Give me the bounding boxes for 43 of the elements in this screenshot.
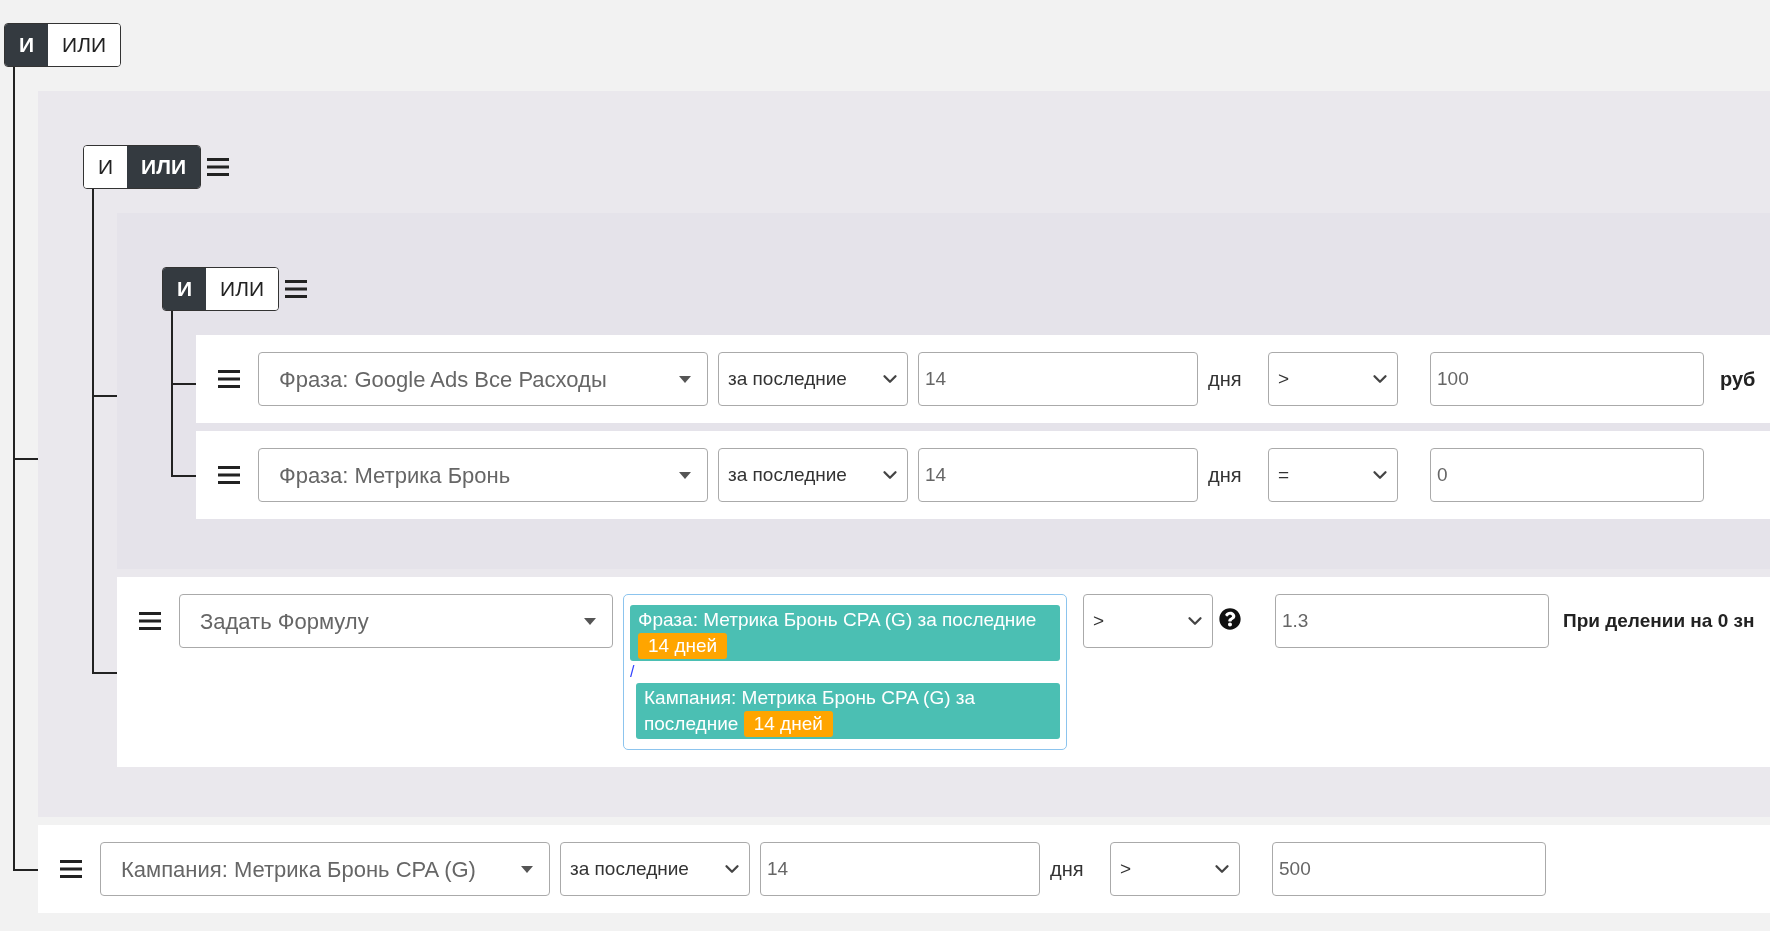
caret-icon [521, 865, 533, 873]
operator-select[interactable]: > [1083, 594, 1213, 648]
value-input[interactable]: 100 [1430, 352, 1704, 406]
logic-toggle[interactable]: И [5, 24, 49, 66]
value-input[interactable]: 0 [1430, 448, 1704, 502]
operator-symbol: / [630, 662, 635, 682]
days-label: дня [1050, 857, 1085, 882]
menu-icon[interactable] [218, 466, 240, 484]
caret-icon [679, 375, 691, 383]
unit-label: руб [1720, 367, 1756, 392]
value-input[interactable]: 1.3 [1275, 594, 1549, 648]
days-input[interactable]: 14 [918, 448, 1198, 502]
operator-select[interactable]: > [1268, 352, 1398, 406]
period-select[interactable]: за последние [718, 352, 908, 406]
menu-icon[interactable] [60, 860, 82, 878]
operator-select[interactable]: > [1110, 842, 1240, 896]
field-dropdown[interactable]: Фраза: Метрика Бронь [258, 448, 708, 502]
division-note: При делении на 0 зн [1563, 608, 1755, 633]
days-input[interactable]: 14 [760, 842, 1040, 896]
days-label: дня [1208, 367, 1243, 392]
caret-icon [679, 471, 691, 479]
period-select[interactable]: за последние [718, 448, 908, 502]
menu-icon[interactable] [207, 158, 230, 176]
help-icon[interactable] [1219, 608, 1241, 630]
logic-toggle[interactable]: И [84, 146, 128, 188]
logic-toggle[interactable]: ИЛИ [127, 146, 201, 188]
menu-icon[interactable] [218, 370, 240, 388]
caret-icon [584, 617, 596, 625]
logic-toggle[interactable]: ИЛИ [206, 268, 279, 310]
value-input[interactable]: 500 [1272, 842, 1546, 896]
operator-select[interactable]: = [1268, 448, 1398, 502]
days-label: дня [1208, 463, 1243, 488]
days-input[interactable]: 14 [918, 352, 1198, 406]
logic-toggle[interactable]: ИЛИ [48, 24, 121, 66]
menu-icon[interactable] [285, 280, 308, 298]
field-dropdown[interactable]: Кампания: Метрика Бронь CPA (G) [100, 842, 550, 896]
menu-icon[interactable] [139, 612, 161, 630]
period-badge: 14 дней [638, 633, 728, 659]
period-select[interactable]: за последние [560, 842, 750, 896]
field-dropdown[interactable]: Фраза: Google Ads Все Расходы [258, 352, 708, 406]
period-badge: 14 дней [743, 711, 833, 737]
field-dropdown[interactable]: Задать Формулу [179, 594, 613, 648]
logic-toggle[interactable]: И [163, 268, 207, 310]
